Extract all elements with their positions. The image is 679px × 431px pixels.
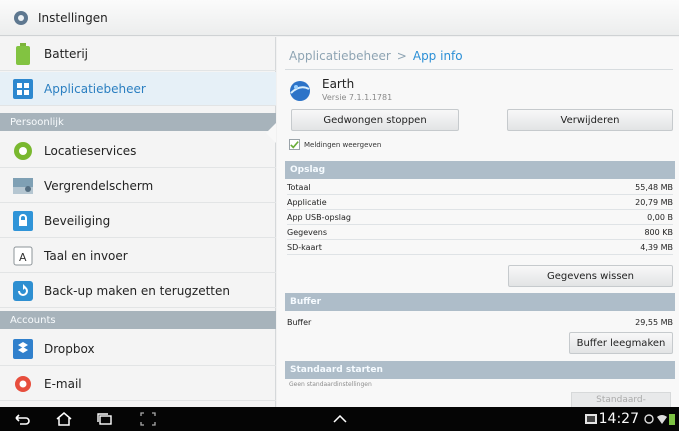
storage-row: Gegevens 800 KB — [287, 226, 673, 240]
sync-icon — [644, 414, 654, 424]
buffer-row: Buffer 29,55 MB — [287, 317, 673, 327]
sidebar-item-label: Vergrendelscherm — [44, 178, 154, 193]
storage-row: App USB-opslag 0,00 B — [287, 211, 673, 225]
buffer-header: Buffer — [285, 293, 675, 311]
screenshot-icon[interactable] — [140, 411, 156, 427]
checkmark-icon — [290, 141, 299, 149]
battery-status-icon — [669, 414, 675, 425]
home-icon[interactable] — [56, 411, 72, 427]
sidebar-item-language[interactable]: A Taal en invoer — [0, 239, 276, 273]
wifi-icon — [657, 415, 667, 424]
sidebar-item-label: Applicatiebeheer — [44, 81, 146, 96]
clock: 14:27 — [598, 411, 639, 427]
backup-icon — [12, 280, 34, 302]
sidebar-item-label: Dropbox — [44, 341, 95, 356]
notifications-checkbox-row[interactable]: Meldingen weergeven — [289, 139, 381, 150]
keyboard-a-icon: A — [12, 245, 34, 267]
sidebar-item-application-manager[interactable]: Applicatiebeheer — [0, 72, 276, 106]
sidebar-item-label: E-mail — [44, 376, 82, 391]
storage-row: SD-kaart 4,39 MB — [287, 241, 673, 255]
default-launch-header: Standaard starten — [285, 361, 675, 379]
default-launch-note: Geen standaardinstellingen — [289, 381, 372, 388]
sidebar-item-label: Back-up maken en terugzetten — [44, 283, 230, 298]
app-name: Earth — [322, 77, 355, 91]
settings-screen: Instellingen Batterij Applicatiebeheer P… — [0, 0, 679, 431]
section-personal: Persoonlijk — [0, 113, 276, 131]
breadcrumb-current: App info — [412, 49, 463, 63]
sidebar-item-label: Beveiliging — [44, 213, 111, 228]
sidebar-item-battery[interactable]: Batterij — [0, 37, 276, 71]
system-bar: 14:27 — [0, 407, 679, 431]
breadcrumb: Applicatiebeheer > App info — [289, 49, 463, 63]
location-icon — [12, 140, 34, 162]
storage-row: Applicatie 20,79 MB — [287, 196, 673, 210]
sidebar-item-email[interactable]: E-mail — [0, 367, 276, 401]
sidebar-item-label: Locatieservices — [44, 143, 137, 158]
grid-icon — [12, 78, 34, 100]
clear-data-button[interactable]: Gegevens wissen — [508, 265, 673, 287]
app-info-panel: Applicatiebeheer > App info Earth Versie… — [277, 37, 679, 408]
svg-text:A: A — [19, 251, 27, 264]
clear-defaults-button[interactable]: Standaard- — [571, 392, 671, 408]
earth-app-icon — [290, 81, 310, 101]
lockscreen-icon — [12, 175, 34, 197]
lock-icon — [12, 210, 34, 232]
breadcrumb-parent[interactable]: Applicatiebeheer — [289, 49, 391, 63]
storage-header: Opslag — [285, 161, 675, 179]
uninstall-button[interactable]: Verwijderen — [507, 109, 673, 131]
storage-row: Totaal 55,48 MB — [287, 181, 673, 195]
app-version: Versie 7.1.1.1781 — [322, 93, 393, 102]
notifications-checkbox[interactable] — [289, 139, 300, 150]
title-bar: Instellingen — [0, 0, 679, 36]
window-title: Instellingen — [38, 10, 108, 25]
selection-notch — [266, 123, 276, 143]
sidebar-item-security[interactable]: Beveiliging — [0, 204, 276, 238]
settings-gear-icon — [14, 10, 28, 25]
picture-icon — [585, 414, 597, 424]
email-icon — [12, 373, 34, 395]
sidebar-item-label: Batterij — [44, 46, 88, 61]
recent-apps-icon[interactable] — [97, 411, 113, 427]
sidebar-item-location[interactable]: Locatieservices — [0, 134, 276, 168]
sidebar-item-lockscreen[interactable]: Vergrendelscherm — [0, 169, 276, 203]
breadcrumb-separator: > — [396, 49, 407, 63]
sidebar-item-backup[interactable]: Back-up maken en terugzetten — [0, 274, 276, 308]
dropbox-icon — [12, 338, 34, 360]
back-icon[interactable] — [14, 411, 30, 427]
notifications-label: Meldingen weergeven — [304, 140, 382, 149]
settings-sidebar: Batterij Applicatiebeheer Persoonlijk Lo… — [0, 37, 276, 407]
chevron-up-icon[interactable] — [332, 411, 348, 427]
breadcrumb-divider — [285, 69, 673, 70]
force-stop-button[interactable]: Gedwongen stoppen — [291, 109, 459, 131]
clear-buffer-button[interactable]: Buffer leegmaken — [569, 332, 673, 354]
battery-icon — [12, 42, 34, 65]
sidebar-item-dropbox[interactable]: Dropbox — [0, 332, 276, 366]
section-accounts: Accounts — [0, 311, 276, 329]
sidebar-item-label: Taal en invoer — [44, 248, 128, 263]
